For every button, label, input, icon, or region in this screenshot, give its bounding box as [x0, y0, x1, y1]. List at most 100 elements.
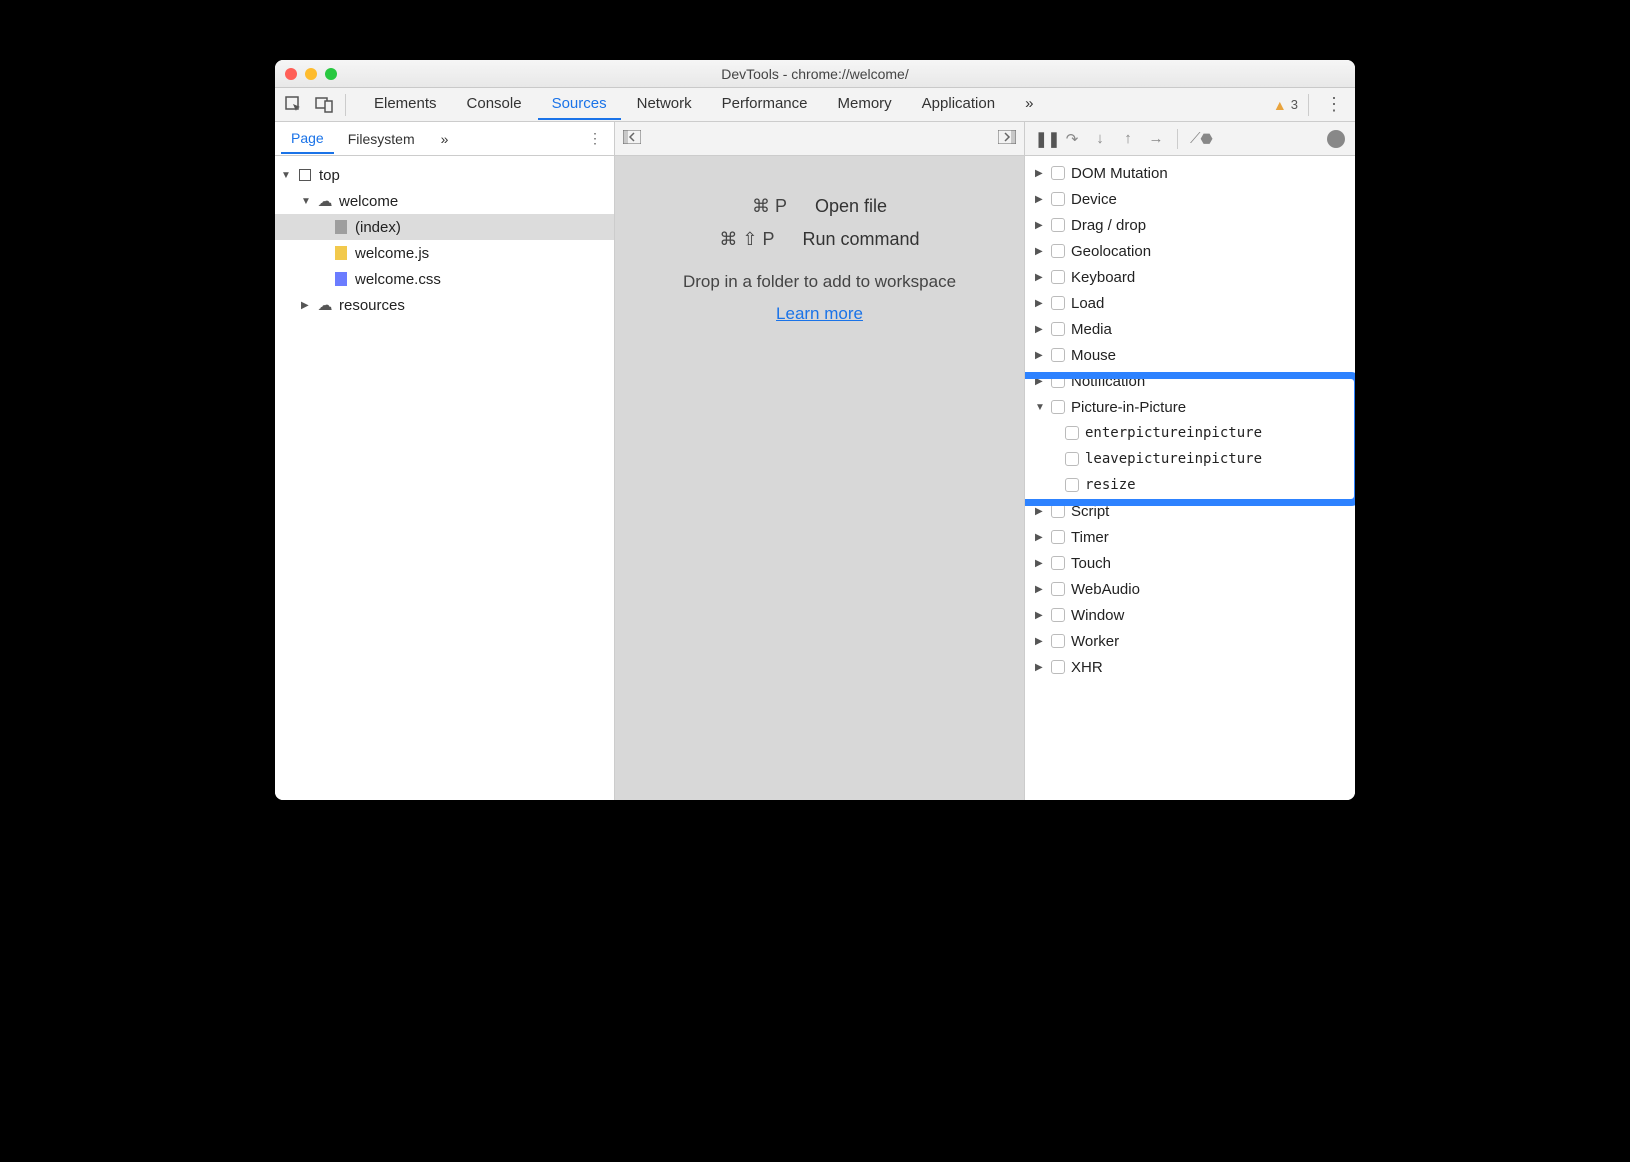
- breakpoint-category[interactable]: ▶Keyboard: [1025, 264, 1355, 290]
- chevron-right-icon: ▶: [1035, 636, 1045, 647]
- breakpoint-category-label: DOM Mutation: [1071, 165, 1168, 182]
- tree-node-resources[interactable]: ▶ ☁ resources: [275, 292, 614, 318]
- breakpoint-category[interactable]: ▶Drag / drop: [1025, 212, 1355, 238]
- tab-network[interactable]: Network: [623, 89, 706, 120]
- checkbox[interactable]: [1051, 244, 1065, 258]
- tree-node-welcome-css[interactable]: welcome.css: [275, 266, 614, 292]
- tabs-overflow-button[interactable]: »: [1011, 89, 1047, 120]
- checkbox[interactable]: [1065, 452, 1079, 466]
- pause-on-exceptions-icon[interactable]: [1327, 130, 1345, 148]
- chevron-right-icon: ▶: [1035, 662, 1045, 673]
- breakpoint-category[interactable]: ▶XHR: [1025, 654, 1355, 680]
- chevron-right-icon: ▶: [1035, 506, 1045, 517]
- chevron-right-icon: ▶: [1035, 350, 1045, 361]
- checkbox[interactable]: [1065, 478, 1079, 492]
- step-over-icon[interactable]: ↷: [1063, 130, 1081, 148]
- js-file-icon: [333, 245, 349, 261]
- breakpoint-category[interactable]: ▶Device: [1025, 186, 1355, 212]
- device-toggle-icon[interactable]: [311, 92, 337, 118]
- shortcut-label: Run command: [803, 229, 920, 250]
- breakpoint-event[interactable]: enterpictureinpicture: [1025, 420, 1355, 446]
- shortcut-run-command: ⌘ ⇧ P Run command: [719, 229, 919, 250]
- tab-elements[interactable]: Elements: [360, 89, 451, 120]
- subtabs-overflow-button[interactable]: »: [431, 125, 459, 153]
- warnings-indicator[interactable]: ▲ 3: [1273, 97, 1298, 113]
- breakpoint-category[interactable]: ▶Touch: [1025, 550, 1355, 576]
- tree-label: top: [319, 167, 340, 184]
- chevron-right-icon: ▶: [1035, 558, 1045, 569]
- checkbox[interactable]: [1051, 582, 1065, 596]
- breakpoint-category[interactable]: ▶Worker: [1025, 628, 1355, 654]
- breakpoint-category[interactable]: ▶Mouse: [1025, 342, 1355, 368]
- breakpoint-category[interactable]: ▶Timer: [1025, 524, 1355, 550]
- tree-node-top[interactable]: ▼ top: [275, 162, 614, 188]
- step-icon[interactable]: →: [1147, 130, 1165, 147]
- devtools-window: DevTools - chrome://welcome/ Elements Co…: [275, 60, 1355, 800]
- checkbox[interactable]: [1051, 296, 1065, 310]
- minimize-window-button[interactable]: [305, 68, 317, 80]
- checkbox[interactable]: [1051, 218, 1065, 232]
- shortcut-keys: ⌘ P: [752, 196, 787, 217]
- checkbox[interactable]: [1051, 322, 1065, 336]
- step-into-icon[interactable]: ↓: [1091, 130, 1109, 147]
- breakpoint-category[interactable]: ▶WebAudio: [1025, 576, 1355, 602]
- tab-console[interactable]: Console: [453, 89, 536, 120]
- tab-sources[interactable]: Sources: [538, 89, 621, 120]
- breakpoint-category[interactable]: ▶ Script: [1025, 498, 1355, 524]
- inspect-element-icon[interactable]: [281, 92, 307, 118]
- breakpoint-category[interactable]: ▶Notification: [1025, 368, 1355, 394]
- breakpoint-category[interactable]: ▶Load: [1025, 290, 1355, 316]
- shortcut-open-file: ⌘ P Open file: [752, 196, 887, 217]
- subtab-page[interactable]: Page: [281, 124, 334, 154]
- chevron-right-icon: ▶: [1035, 272, 1045, 283]
- titlebar: DevTools - chrome://welcome/: [275, 60, 1355, 88]
- show-debugger-icon[interactable]: [998, 130, 1016, 147]
- checkbox[interactable]: [1051, 504, 1065, 518]
- breakpoint-category-label: Script: [1071, 503, 1109, 520]
- zoom-window-button[interactable]: [325, 68, 337, 80]
- tree-node-welcome[interactable]: ▼ ☁ welcome: [275, 188, 614, 214]
- breakpoint-category[interactable]: ▼Picture-in-Picture: [1025, 394, 1355, 420]
- breakpoint-category[interactable]: ▶Media: [1025, 316, 1355, 342]
- chevron-right-icon: ▶: [301, 300, 311, 311]
- breakpoint-category[interactable]: ▶Geolocation: [1025, 238, 1355, 264]
- tree-node-index[interactable]: (index): [275, 214, 614, 240]
- toolbar-right: ▲ 3 ⋮: [1273, 94, 1349, 116]
- checkbox[interactable]: [1051, 192, 1065, 206]
- checkbox[interactable]: [1051, 400, 1065, 414]
- chevron-down-icon: ▼: [301, 196, 311, 207]
- breakpoint-category[interactable]: ▶DOM Mutation: [1025, 160, 1355, 186]
- close-window-button[interactable]: [285, 68, 297, 80]
- checkbox[interactable]: [1051, 348, 1065, 362]
- traffic-lights: [285, 68, 337, 80]
- checkbox[interactable]: [1051, 374, 1065, 388]
- checkbox[interactable]: [1051, 608, 1065, 622]
- learn-more-link[interactable]: Learn more: [776, 304, 863, 324]
- content-area: Page Filesystem » ⋮ ▼ top ▼ ☁ welcome: [275, 122, 1355, 800]
- checkbox[interactable]: [1065, 426, 1079, 440]
- checkbox[interactable]: [1051, 270, 1065, 284]
- checkbox[interactable]: [1051, 660, 1065, 674]
- checkbox[interactable]: [1051, 556, 1065, 570]
- deactivate-breakpoints-icon[interactable]: ⟋⬣: [1190, 130, 1208, 147]
- navigator-menu-button[interactable]: ⋮: [588, 130, 602, 147]
- settings-menu-button[interactable]: ⋮: [1319, 94, 1349, 115]
- checkbox[interactable]: [1051, 530, 1065, 544]
- tree-node-welcome-js[interactable]: welcome.js: [275, 240, 614, 266]
- breakpoint-event[interactable]: resize: [1025, 472, 1355, 498]
- breakpoint-category[interactable]: ▶Window: [1025, 602, 1355, 628]
- checkbox[interactable]: [1051, 166, 1065, 180]
- show-navigator-icon[interactable]: [623, 130, 641, 147]
- tab-performance[interactable]: Performance: [708, 89, 822, 120]
- tab-application[interactable]: Application: [908, 89, 1009, 120]
- chevron-down-icon: ▼: [281, 170, 291, 181]
- subtab-filesystem[interactable]: Filesystem: [338, 125, 425, 153]
- checkbox[interactable]: [1051, 634, 1065, 648]
- tab-memory[interactable]: Memory: [824, 89, 906, 120]
- breakpoint-category-label: Load: [1071, 295, 1104, 312]
- step-out-icon[interactable]: ↑: [1119, 130, 1137, 147]
- chevron-down-icon: ▼: [1035, 402, 1045, 413]
- window-title: DevTools - chrome://welcome/: [275, 66, 1355, 82]
- pause-script-icon[interactable]: ❚❚: [1035, 130, 1053, 148]
- breakpoint-event[interactable]: leavepictureinpicture: [1025, 446, 1355, 472]
